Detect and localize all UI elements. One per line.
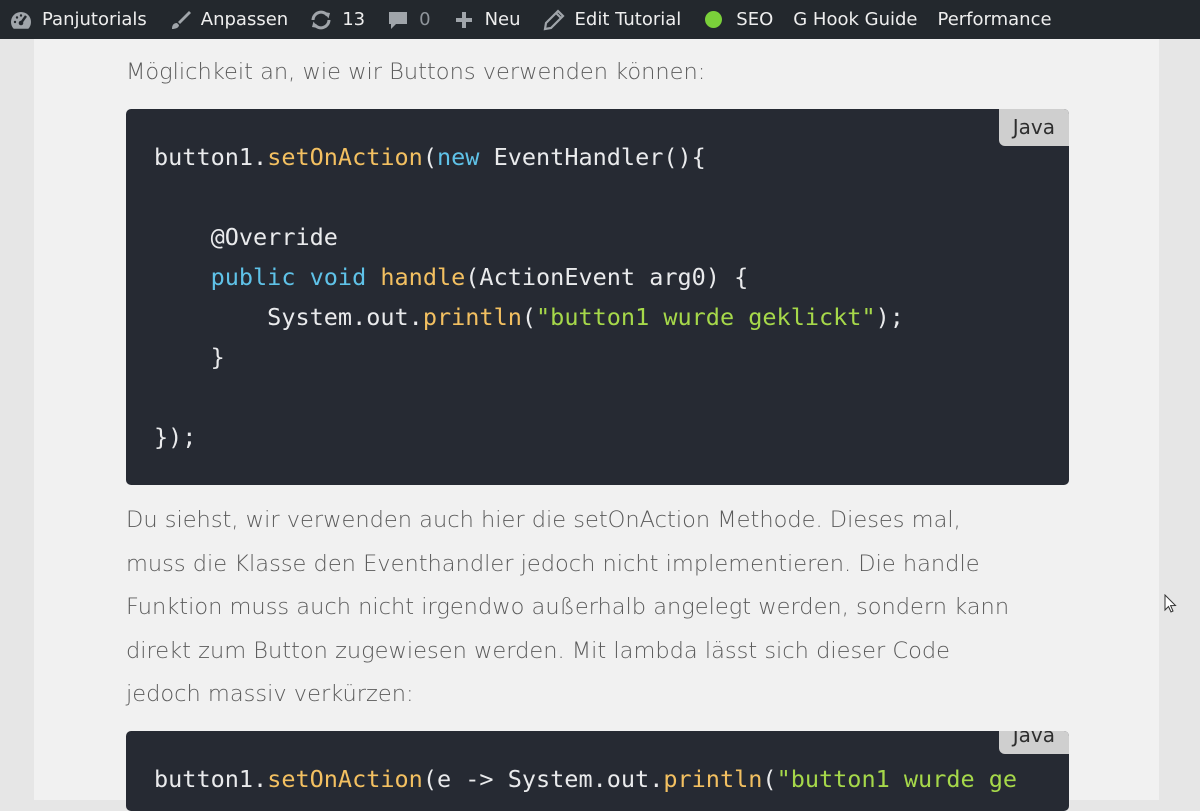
new-content-link[interactable]: Neu bbox=[443, 0, 533, 39]
site-name-label: Panjutorials bbox=[42, 9, 147, 30]
seo-menu[interactable]: SEO bbox=[693, 0, 785, 39]
paragraph-line: Du siehst, wir verwenden auch hier die s… bbox=[126, 507, 961, 533]
edit-tutorial-label: Edit Tutorial bbox=[574, 9, 682, 30]
language-tag: Java bbox=[998, 731, 1069, 754]
dashboard-icon bbox=[8, 7, 34, 33]
intro-text: Möglichkeit an, wie wir Buttons verwende… bbox=[126, 59, 706, 85]
code-line-1: button1.setOnAction(new EventHandler(){ bbox=[154, 143, 706, 171]
customize-link[interactable]: Anpassen bbox=[159, 0, 300, 39]
updates-link[interactable]: 13 bbox=[300, 0, 377, 39]
body-paragraph: Du siehst, wir verwenden auch hier die s… bbox=[126, 499, 1086, 717]
paragraph-line: jedoch massiv verkürzen: bbox=[126, 681, 414, 707]
mouse-cursor-icon bbox=[1164, 593, 1178, 614]
performance-label: Performance bbox=[937, 9, 1052, 30]
code-line-5: System.out.println("button1 wurde geklic… bbox=[154, 303, 904, 331]
code-block-1: Java button1.setOnAction(new EventHandle… bbox=[126, 109, 1069, 485]
updates-count: 13 bbox=[342, 9, 366, 30]
code-line-6: } bbox=[154, 343, 225, 371]
plus-icon bbox=[451, 7, 477, 33]
paragraph-line: direkt zum Button zugewiesen werden. Mit… bbox=[126, 637, 951, 664]
customize-label: Anpassen bbox=[200, 9, 289, 30]
paragraph-line: Funktion muss auch nicht irgendwo außerh… bbox=[126, 594, 1010, 620]
comments-count: 0 bbox=[419, 9, 431, 30]
code-line-1: button1.setOnAction(e -> System.out.prin… bbox=[154, 765, 1018, 793]
code-line-8: }); bbox=[154, 423, 197, 451]
edit-tutorial-link[interactable]: Edit Tutorial bbox=[533, 0, 694, 39]
performance-menu[interactable]: Performance bbox=[929, 0, 1063, 39]
comment-icon bbox=[385, 7, 411, 33]
site-name-link[interactable]: Panjutorials bbox=[0, 0, 159, 39]
code-block-2: Java button1.setOnAction(e -> System.out… bbox=[126, 731, 1069, 811]
hook-guide-label: G Hook Guide bbox=[793, 9, 918, 30]
hook-guide-menu[interactable]: G Hook Guide bbox=[785, 0, 929, 39]
seo-status-dot bbox=[705, 11, 723, 28]
updates-icon bbox=[308, 7, 334, 33]
seo-label: SEO bbox=[736, 9, 774, 30]
new-label: Neu bbox=[484, 9, 521, 30]
paintbrush-icon bbox=[167, 7, 193, 33]
language-tag: Java bbox=[998, 109, 1069, 146]
code-line-3: @Override bbox=[154, 223, 338, 251]
paragraph-line: muss die Klasse den Eventhandler jedoch … bbox=[126, 550, 980, 577]
code-listing: button1.setOnAction(e -> System.out.prin… bbox=[154, 759, 1017, 799]
admin-bar: Panjutorials Anpassen 13 0 Neu Edit Tuto… bbox=[0, 0, 1200, 39]
code-line-4: public void handle(ActionEvent arg0) { bbox=[210, 263, 749, 291]
pencil-icon bbox=[541, 7, 567, 33]
comments-link[interactable]: 0 bbox=[377, 0, 442, 39]
code-listing: button1.setOnAction(new EventHandler(){ … bbox=[154, 137, 904, 457]
